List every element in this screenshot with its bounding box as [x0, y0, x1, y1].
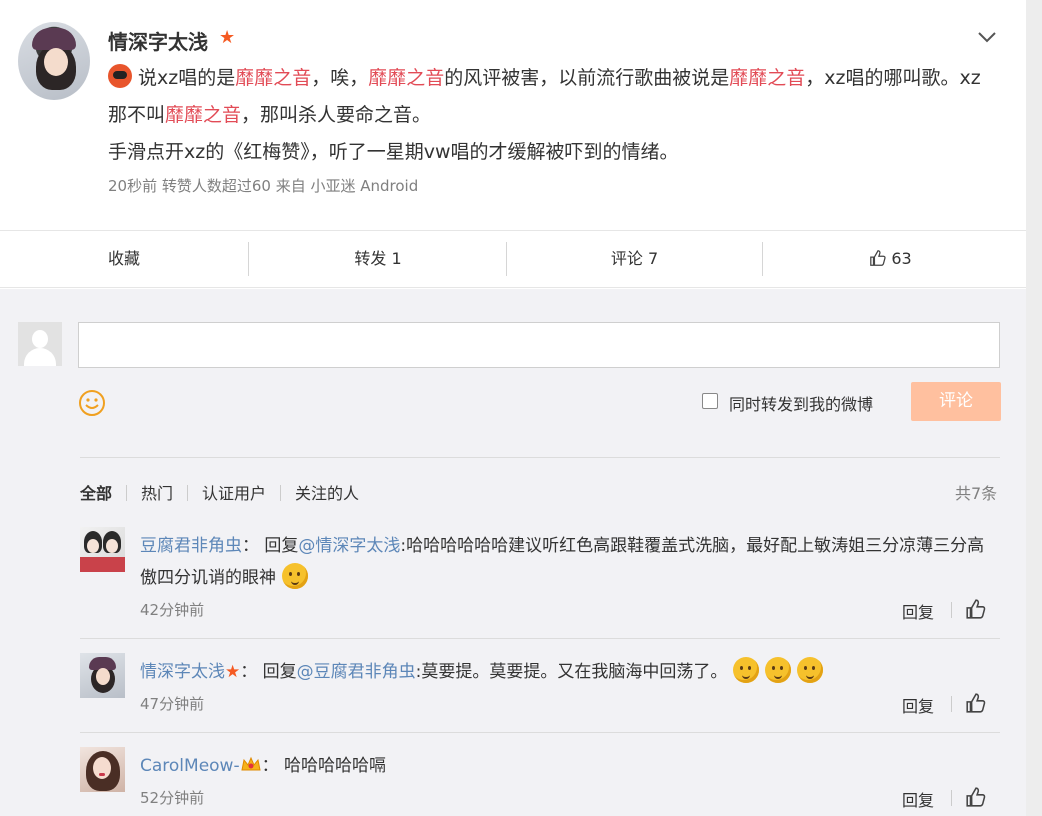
author-avatar[interactable] [18, 22, 90, 100]
post-content: 说xz唱的是靡靡之音，唉，靡靡之音的风评被害，以前流行歌曲被说是靡靡之音，xz唱… [108, 60, 988, 171]
thinking-emoji-icon [733, 657, 760, 683]
thumb-up-icon[interactable] [965, 598, 987, 620]
reply-divider [951, 790, 952, 806]
post-text-segment: ，那叫杀人要命之音。 [241, 104, 432, 126]
comment-divider [80, 732, 1000, 733]
angry-emoji-icon [108, 64, 132, 88]
vip-star-icon: ★ [219, 27, 236, 48]
post-text-segment: 说xz唱的是 [138, 67, 236, 89]
submit-comment-button[interactable]: 评论 [911, 382, 1001, 421]
comment-text: 豆腐君非角虫： 回复@情深字太浅:哈哈哈哈哈哈建议听红色高跟鞋覆盖式洗脑，最好配… [140, 536, 985, 589]
comment-total: 共7条 [955, 484, 998, 503]
comment-section: 同时转发到我的微博 评论 全部 热门 认证用户 关注的人 共7条 豆腐君非角虫： 回复… [0, 289, 1026, 816]
mention-link[interactable]: @豆腐君非角虫 [297, 662, 416, 682]
comment-filters: 全部 热门 认证用户 关注的人 [80, 480, 359, 504]
filter-all[interactable]: 全部 [80, 480, 112, 504]
commenter-avatar[interactable] [80, 747, 125, 792]
comment-input[interactable] [78, 322, 1000, 368]
comment-text: CarolMeow-： 哈哈哈哈哈嗝 [140, 756, 386, 776]
highlight-keyword[interactable]: 靡靡之音 [729, 67, 805, 89]
highlight-keyword[interactable]: 靡靡之音 [368, 67, 444, 89]
reply-button[interactable]: 回复 [902, 693, 934, 717]
dog-emoji-icon [282, 563, 308, 589]
comment-item: CarolMeow-： 哈哈哈哈哈嗝 52分钟前 回复 [80, 747, 1000, 816]
thumb-up-icon [870, 250, 886, 266]
thumb-up-icon[interactable] [965, 692, 987, 714]
page-scrollbar-track[interactable] [1026, 0, 1042, 816]
comment-text: 情深字太浅★： 回复@豆腐君非角虫:莫要提。莫要提。又在我脑海中回荡了。 [140, 656, 990, 688]
filter-verified[interactable]: 认证用户 [202, 480, 266, 504]
highlight-keyword[interactable]: 靡靡之音 [235, 67, 311, 89]
post-meta: 20秒前 转赞人数超过60 来自 小亚迷 Android [108, 177, 419, 195]
filter-following[interactable]: 关注的人 [295, 480, 359, 504]
comment-time: 52分钟前 [140, 789, 205, 807]
commenter-name[interactable]: 情深字太浅 [140, 662, 225, 682]
post: 情深字太浅 ★ 说xz唱的是靡靡之音，唉，靡靡之音的风评被害，以前流行歌曲被说是… [0, 0, 1026, 230]
favorite-button[interactable]: 收藏 [0, 231, 248, 287]
comment-divider [80, 638, 1000, 639]
repost-button[interactable]: 转发 1 [250, 231, 506, 287]
mention-link[interactable]: @情深字太浅 [298, 536, 400, 556]
comment-item: 豆腐君非角虫： 回复@情深字太浅:哈哈哈哈哈哈建议听红色高跟鞋覆盖式洗脑，最好配… [80, 527, 1000, 625]
thinking-emoji-icon [765, 657, 792, 683]
like-count: 63 [891, 249, 912, 268]
thumb-up-icon[interactable] [965, 786, 987, 808]
post-paragraph-2: 手滑点开xz的《红梅赞》，听了一星期vw唱的才缓解被吓到的情绪。 [108, 141, 679, 163]
forward-checkbox[interactable] [702, 393, 718, 409]
crown-icon [240, 756, 261, 771]
highlight-keyword[interactable]: 靡靡之音 [165, 104, 241, 126]
commenter-name[interactable]: CarolMeow- [140, 756, 240, 776]
post-text-segment: 的风评被害，以前流行歌曲被说是 [444, 67, 730, 89]
commenter-avatar[interactable] [80, 653, 125, 698]
reply-button[interactable]: 回复 [902, 787, 934, 811]
comment-button[interactable]: 评论 7 [507, 231, 762, 287]
weibo-card: 情深字太浅 ★ 说xz唱的是靡靡之音，唉，靡靡之音的风评被害，以前流行歌曲被说是… [0, 0, 1026, 816]
filter-hot[interactable]: 热门 [141, 480, 173, 504]
reply-divider [951, 696, 952, 712]
comment-item: 情深字太浅★： 回复@豆腐君非角虫:莫要提。莫要提。又在我脑海中回荡了。 47分… [80, 653, 1000, 723]
action-bar: 收藏 转发 1 评论 7 63 [0, 230, 1026, 288]
commenter-avatar[interactable] [80, 527, 125, 572]
my-avatar [18, 322, 62, 366]
post-text-segment: ，唉， [311, 67, 369, 89]
smile-icon[interactable] [78, 389, 106, 417]
thinking-emoji-icon [797, 657, 824, 683]
post-paragraph-1: 说xz唱的是靡靡之音，唉，靡靡之音的风评被害，以前流行歌曲被说是靡靡之音，xz唱… [108, 60, 988, 134]
commenter-name[interactable]: 豆腐君非角虫 [140, 536, 242, 556]
action-divider [248, 242, 249, 276]
like-button[interactable]: 63 [763, 231, 1018, 287]
chevron-down-icon[interactable] [976, 26, 998, 48]
filter-divider [80, 457, 1000, 458]
reply-button[interactable]: 回复 [902, 599, 934, 623]
comment-time: 47分钟前 [140, 695, 205, 713]
vip-star-icon: ★ [225, 662, 241, 682]
reply-divider [951, 602, 952, 618]
author-name[interactable]: 情深字太浅 [108, 26, 208, 55]
forward-label[interactable]: 同时转发到我的微博 [729, 391, 873, 415]
comment-time: 42分钟前 [140, 601, 205, 619]
